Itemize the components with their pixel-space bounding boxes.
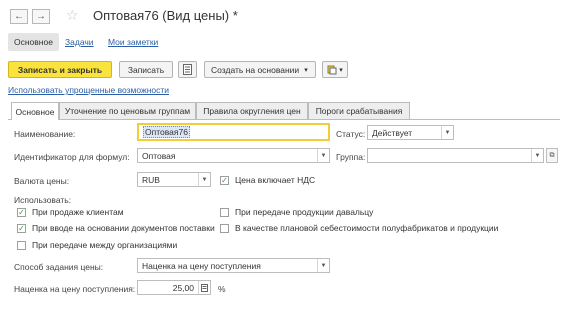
use-label: Использовать: bbox=[14, 195, 72, 205]
formula-id-label: Идентификатор для формул: bbox=[14, 152, 130, 162]
group-label: Группа: bbox=[336, 152, 366, 162]
inter-org-label: При передаче между организациями bbox=[32, 240, 178, 250]
create-based-on-label: Создать на основании bbox=[211, 64, 300, 75]
page-tab-tasks[interactable]: Задачи bbox=[65, 37, 94, 47]
planned-cost-checkbox[interactable] bbox=[220, 223, 229, 233]
transfer-to-processor-row[interactable]: При передаче продукции давальцу bbox=[220, 207, 373, 217]
name-input[interactable]: Оптовая76 bbox=[137, 123, 330, 141]
supply-docs-row[interactable]: ✓ При вводе на основании документов пост… bbox=[17, 223, 215, 233]
markup-label: Наценка на цену поступления: bbox=[14, 284, 136, 294]
status-label: Статус: bbox=[336, 129, 366, 139]
chevron-down-icon: ▾ bbox=[339, 66, 343, 74]
print-button[interactable]: ▾ bbox=[322, 61, 348, 78]
back-button[interactable]: ← bbox=[10, 9, 28, 24]
calculator-icon[interactable] bbox=[198, 281, 210, 294]
tab-price-groups[interactable]: Уточнение по ценовым группам bbox=[59, 102, 196, 119]
inter-org-row[interactable]: При передаче между организациями bbox=[17, 240, 177, 250]
open-link-icon: ⧉ bbox=[549, 151, 555, 159]
sale-to-clients-checkbox[interactable]: ✓ bbox=[17, 207, 26, 217]
page-tab-notes[interactable]: Мои заметки bbox=[108, 37, 158, 47]
tabs-underline bbox=[8, 119, 560, 120]
currency-value: RUB bbox=[142, 174, 160, 185]
report-button[interactable] bbox=[178, 61, 197, 78]
open-group-button[interactable]: ⧉ bbox=[546, 148, 558, 163]
markup-input[interactable]: 25,00 bbox=[137, 280, 211, 295]
transfer-to-processor-checkbox[interactable] bbox=[220, 207, 229, 217]
tab-main[interactable]: Основное bbox=[11, 102, 59, 120]
save-and-close-button[interactable]: Записать и закрыть bbox=[8, 61, 112, 78]
page-tab-main[interactable]: Основное bbox=[8, 33, 59, 51]
supply-docs-label: При вводе на основании документов постав… bbox=[32, 223, 215, 233]
formula-id-select[interactable]: Оптовая ▼ bbox=[137, 148, 330, 163]
forward-button[interactable]: → bbox=[32, 9, 50, 24]
price-method-value: Наценка на цену поступления bbox=[142, 260, 261, 271]
vat-checkbox[interactable]: ✓ bbox=[220, 175, 229, 185]
print-icon bbox=[327, 65, 337, 74]
formula-id-value: Оптовая bbox=[142, 150, 176, 161]
planned-cost-label: В качестве плановой себестоимости полуфа… bbox=[235, 223, 499, 233]
star-icon[interactable]: ☆ bbox=[66, 8, 79, 22]
arrow-right-icon: → bbox=[36, 11, 46, 22]
planned-cost-row[interactable]: В качестве плановой себестоимости полуфа… bbox=[220, 223, 498, 233]
price-method-label: Способ задания цены: bbox=[14, 262, 104, 272]
price-method-select[interactable]: Наценка на цену поступления ▼ bbox=[137, 258, 330, 273]
calculator-glyph bbox=[201, 283, 208, 292]
dropdown-arrow-icon: ▼ bbox=[317, 149, 329, 162]
chevron-down-icon: ▾ bbox=[304, 66, 308, 74]
supply-docs-checkbox[interactable]: ✓ bbox=[17, 223, 26, 233]
inter-org-checkbox[interactable] bbox=[17, 240, 26, 250]
currency-select[interactable]: RUB ▼ bbox=[137, 172, 211, 187]
sale-to-clients-label: При продаже клиентам bbox=[32, 207, 124, 217]
dropdown-arrow-icon: ▼ bbox=[441, 126, 453, 139]
tab-rounding-rules[interactable]: Правила округления цен bbox=[196, 102, 308, 119]
markup-value: 25,00 bbox=[172, 282, 194, 293]
create-based-on-button[interactable]: Создать на основании ▾ bbox=[204, 61, 316, 78]
name-label: Наименование: bbox=[14, 129, 76, 139]
sale-to-clients-row[interactable]: ✓ При продаже клиентам bbox=[17, 207, 124, 217]
vat-checkbox-row[interactable]: ✓ Цена включает НДС bbox=[220, 175, 315, 185]
status-value: Действует bbox=[372, 127, 413, 138]
vat-label: Цена включает НДС bbox=[235, 175, 316, 185]
name-value: Оптовая76 bbox=[143, 126, 190, 138]
status-select[interactable]: Действует ▼ bbox=[367, 125, 454, 140]
dropdown-arrow-icon: ▼ bbox=[317, 259, 329, 272]
transfer-to-processor-label: При передаче продукции давальцу bbox=[235, 207, 374, 217]
currency-label: Валюта цены: bbox=[14, 176, 70, 186]
tab-thresholds[interactable]: Пороги срабатывания bbox=[308, 102, 410, 119]
percent-sign: % bbox=[218, 284, 226, 294]
group-select[interactable]: ▼ bbox=[367, 148, 544, 163]
dropdown-arrow-icon: ▼ bbox=[198, 173, 210, 186]
window-title: Оптовая76 (Вид цены) * bbox=[93, 8, 238, 23]
document-list-icon bbox=[183, 64, 192, 75]
arrow-left-icon: ← bbox=[14, 11, 24, 22]
use-simplified-link[interactable]: Использовать упрощенные возможности bbox=[8, 85, 169, 95]
dropdown-arrow-icon: ▼ bbox=[531, 149, 543, 162]
save-button[interactable]: Записать bbox=[119, 61, 173, 78]
